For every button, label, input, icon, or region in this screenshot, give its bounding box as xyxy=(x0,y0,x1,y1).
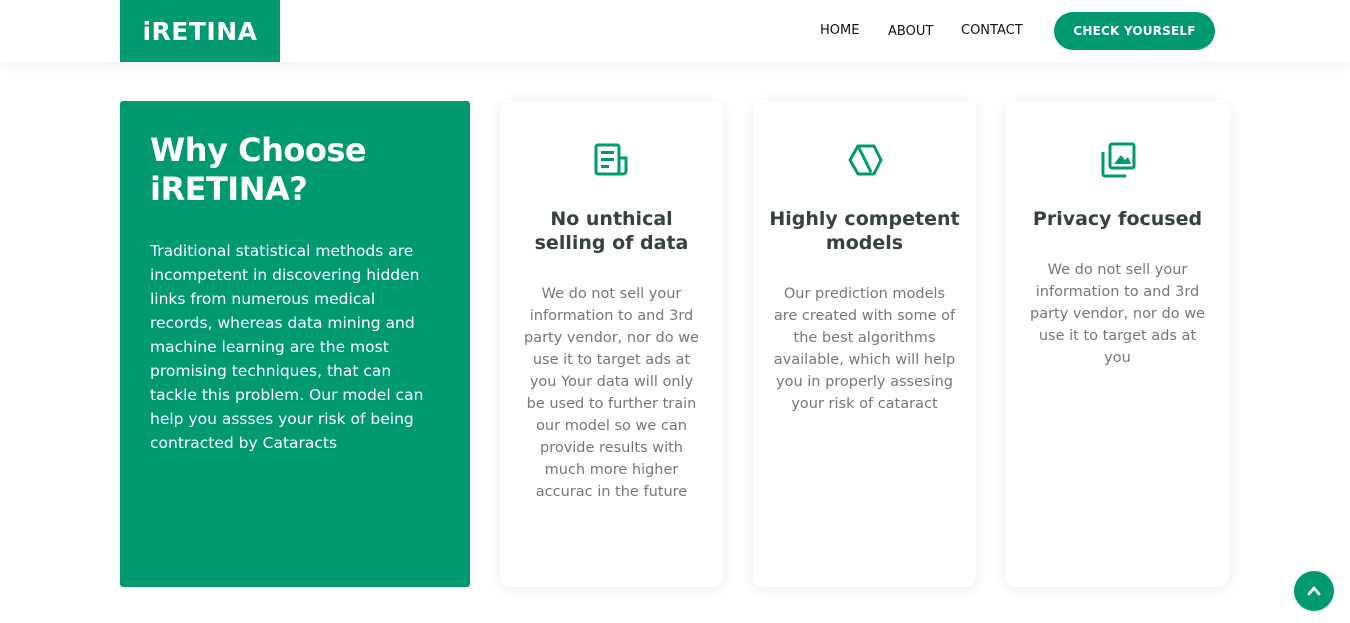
site-logo[interactable]: iRETINA xyxy=(120,0,280,62)
feature-card-models: Highly competent models Our prediction m… xyxy=(753,101,976,587)
nav-about[interactable]: ABOUT xyxy=(888,24,933,39)
images-icon xyxy=(1101,142,1135,178)
card-title: Highly competent models xyxy=(769,208,960,254)
card-title: No unthical selling of data xyxy=(534,208,689,254)
card-text: We do not sell your information to and 3… xyxy=(1030,262,1205,366)
nav-contact[interactable]: CONTACT xyxy=(961,23,1023,38)
why-choose-box: Why Choose iRETINA? Traditional statisti… xyxy=(120,101,470,587)
card-text: Our prediction models are created with s… xyxy=(773,286,956,412)
card-text: We do not sell your information to and 3… xyxy=(524,286,699,500)
nav-home[interactable]: HOME xyxy=(820,23,859,38)
feature-card-privacy: Privacy focused We do not sell your info… xyxy=(1006,101,1229,587)
cube-icon xyxy=(848,144,882,176)
site-header: iRETINA HOME ABOUT CONTACT CHECK YOURSEL… xyxy=(0,0,1350,62)
receipt-icon xyxy=(594,143,627,176)
check-yourself-button[interactable]: CHECK YOURSELF xyxy=(1054,12,1215,50)
why-text: Traditional statistical methods are inco… xyxy=(150,242,424,452)
chevron-up-icon xyxy=(1307,586,1321,596)
feature-card-data-selling: No unthical selling of data We do not se… xyxy=(500,101,723,587)
card-title: Privacy focused xyxy=(1032,208,1203,230)
why-title: Why Choose iRETINA? xyxy=(150,131,367,208)
back-to-top-button[interactable] xyxy=(1294,571,1334,611)
